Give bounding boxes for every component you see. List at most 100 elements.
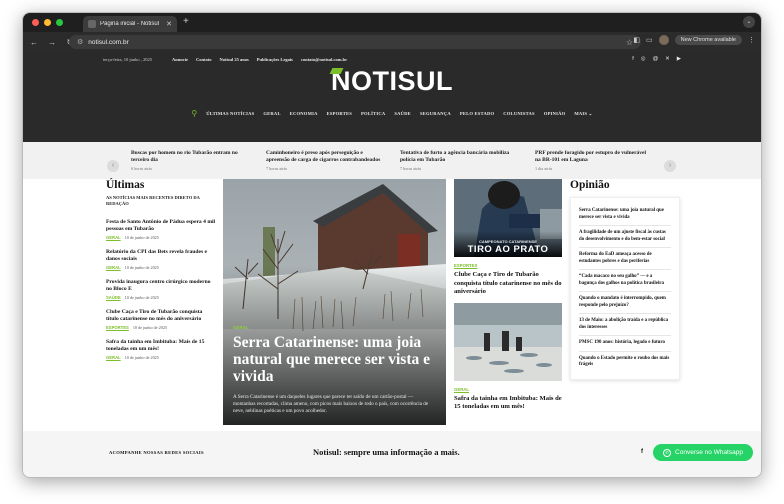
opinion-item[interactable]: “Cada macaco no seu galho” — e a bagunça… <box>579 270 671 292</box>
ticker-headline[interactable]: Buscas por homem no rio Tubarão entram n… <box>131 150 249 164</box>
side-panel-icon[interactable]: ▭ <box>646 36 653 44</box>
ticker-item[interactable]: Tentativa de furto a agência bancária mo… <box>400 150 518 171</box>
nav-ultimas-noticias[interactable]: ÚLTIMAS NOTÍCIAS <box>206 111 254 116</box>
article-card[interactable]: GERAL Safra da tainha em Imbituba: Mais … <box>454 302 562 412</box>
category-link[interactable]: GERAL <box>106 235 121 240</box>
list-item[interactable]: Provida inaugura centro cirúrgico modern… <box>106 279 216 300</box>
card-headline[interactable]: Clube Caça e Tiro de Tubarão conquista t… <box>454 271 562 297</box>
fishing-photo <box>454 302 562 381</box>
list-item[interactable]: Festa de Santo Antônio de Pádua espera 4… <box>106 219 216 240</box>
x-icon[interactable]: ✕ <box>665 56 670 62</box>
card-category[interactable]: GERAL <box>454 387 562 392</box>
nav-saude[interactable]: SAÚDE <box>394 111 411 116</box>
nav-esportes[interactable]: ESPORTES <box>327 111 352 116</box>
opinion-heading: Opinião <box>570 179 610 191</box>
link-contato[interactable]: Contato <box>196 57 212 62</box>
footer-strip: ACOMPANHE NOSSAS REDES SOCIAIS Notisul: … <box>23 431 761 477</box>
link-email[interactable]: contato@notisul.com.br <box>301 57 347 62</box>
favicon-icon <box>88 20 96 28</box>
nav-pelo-estado[interactable]: PELO ESTADO <box>460 111 494 116</box>
facebook-icon[interactable]: f <box>632 56 634 62</box>
follow-socials-label: ACOMPANHE NOSSAS REDES SOCIAIS <box>109 450 204 455</box>
card-headline[interactable]: Safra da tainha em Imbituba: Mais de 15 … <box>454 395 562 412</box>
ticker-headline[interactable]: Tentativa de furto a agência bancária mo… <box>400 150 518 164</box>
date-text: 10 de junho de 2025 <box>124 295 159 300</box>
opinion-item[interactable]: Quando o Estado permite o roubo dos mais… <box>579 352 671 373</box>
whatsapp-button[interactable]: ✆ Converse no Whatsapp <box>653 444 753 461</box>
opinion-column: Opinião Serra Catarinense: uma joia natu… <box>570 179 680 380</box>
close-window-button[interactable] <box>32 19 39 26</box>
nav-politica[interactable]: POLÍTICA <box>361 111 385 116</box>
latest-headline[interactable]: Provida inaugura centro cirúrgico modern… <box>106 279 216 293</box>
new-chrome-available-button[interactable]: New Chrome available <box>674 35 742 45</box>
nav-seguranca[interactable]: SEGURANÇA <box>420 111 451 116</box>
ticker-next-button[interactable]: › <box>664 160 676 172</box>
nav-colunistas[interactable]: COLUNISTAS <box>503 111 535 116</box>
link-anuncie[interactable]: Anuncie <box>172 57 188 62</box>
site-info-icon[interactable]: ⚙ <box>77 38 83 46</box>
hero-category[interactable]: GERAL <box>233 325 436 330</box>
extensions-icon[interactable]: ◧ <box>633 36 640 44</box>
social-links: f ◎ @ ✕ ▶ <box>632 56 681 62</box>
threads-icon[interactable]: @ <box>653 56 659 62</box>
hero-headline[interactable]: Serra Catarinense: uma joia natural que … <box>233 334 436 385</box>
minimize-window-button[interactable] <box>44 19 51 26</box>
url-text[interactable]: notisul.com.br <box>88 39 621 46</box>
opinion-item[interactable]: Reforma do EaD ameaça acesso de estudant… <box>579 248 671 270</box>
tab-search-button[interactable]: ⌄ <box>743 16 755 28</box>
tab-active[interactable]: Página inicial - Notisul ✕ <box>83 16 177 32</box>
facebook-icon[interactable]: f <box>641 449 643 455</box>
hero-article[interactable]: GERAL Serra Catarinense: uma joia natura… <box>223 179 446 425</box>
nav-opiniao[interactable]: OPINIÃO <box>544 111 566 116</box>
card-category[interactable]: ESPORTES <box>454 263 562 268</box>
ticker-headline[interactable]: PRF prende foragido por estupro de vulne… <box>535 150 653 164</box>
opinion-item[interactable]: PMSC 190 anos: história, legado e futuro <box>579 336 671 352</box>
latest-headline[interactable]: Safra da tainha em Imbituba: Mais de 15 … <box>106 339 216 353</box>
link-notisul-25-anos[interactable]: Notisul 25 anos <box>220 57 249 62</box>
bookmark-star-icon[interactable]: ☆ <box>626 38 633 47</box>
search-icon[interactable]: ⚲ <box>191 109 197 118</box>
ticker-item[interactable]: Buscas por homem no rio Tubarão entram n… <box>131 150 249 171</box>
opinion-item[interactable]: Quando o mandato é interrompido, quem re… <box>579 292 671 314</box>
opinion-item[interactable]: Serra Catarinense: uma joia natural que … <box>579 204 671 226</box>
nav-economia[interactable]: ECONOMIA <box>290 111 318 116</box>
list-item[interactable]: Clube Caça e Tiro de Tubarão conquista t… <box>106 309 216 330</box>
back-icon[interactable]: ← <box>29 38 39 47</box>
link-publicacoes-legais[interactable]: Publicações Legais <box>257 57 293 62</box>
close-tab-icon[interactable]: ✕ <box>166 20 172 28</box>
ticker-item[interactable]: PRF prende foragido por estupro de vulne… <box>535 150 653 171</box>
latest-headline[interactable]: Clube Caça e Tiro de Tubarão conquista t… <box>106 309 216 323</box>
address-bar[interactable]: ⚙ notisul.com.br ☆ <box>69 35 641 49</box>
main-content: Últimas AS NOTÍCIAS MAIS RECENTES DIRETO… <box>23 179 761 431</box>
category-link[interactable]: SAÚDE <box>106 295 121 300</box>
ticker-item[interactable]: Caminhoneiro é preso após perseguição e … <box>266 150 384 171</box>
ticker-headline[interactable]: Caminhoneiro é preso após perseguição e … <box>266 150 384 164</box>
latest-headline[interactable]: Festa de Santo Antônio de Pádua espera 4… <box>106 219 216 233</box>
menu-kebab-icon[interactable]: ⋮ <box>748 36 755 44</box>
opinion-item[interactable]: A fragilidade de um ajuste fiscal às cus… <box>579 226 671 248</box>
card-image-fishing[interactable] <box>454 302 562 381</box>
maximize-window-button[interactable] <box>56 19 63 26</box>
list-item[interactable]: Safra da tainha em Imbituba: Mais de 15 … <box>106 339 216 360</box>
card-image-shooting[interactable]: CAMPEONATO CATARINENSE TIRO AO PRATO <box>454 179 562 257</box>
instagram-icon[interactable]: ◎ <box>641 56 646 62</box>
forward-icon[interactable]: → <box>47 38 57 47</box>
category-link[interactable]: GERAL <box>106 265 121 270</box>
hero-text[interactable]: GERAL Serra Catarinense: uma joia natura… <box>233 325 436 415</box>
list-item[interactable]: Relatório da CPI das Bets revela fraudes… <box>106 249 216 270</box>
youtube-icon[interactable]: ▶ <box>677 56 681 62</box>
hero-excerpt: A Serra Catarinense é um daqueles lugare… <box>233 394 429 414</box>
category-link[interactable]: GERAL <box>106 355 121 360</box>
site-logo[interactable]: NOTISUL <box>23 66 761 97</box>
ticker-time: 7 horas atrás <box>400 166 422 171</box>
nav-mais[interactable]: MAIS ⌄ <box>574 111 592 117</box>
article-card[interactable]: CAMPEONATO CATARINENSE TIRO AO PRATO ESP… <box>454 179 562 297</box>
latest-headline[interactable]: Relatório da CPI das Bets revela fraudes… <box>106 249 216 263</box>
date-text: 10 de junho de 2025 <box>124 355 159 360</box>
opinion-item[interactable]: 13 de Maio: a abolição traída e a repúbl… <box>579 314 671 336</box>
new-tab-button[interactable]: + <box>183 16 189 28</box>
nav-geral[interactable]: GERAL <box>263 111 280 116</box>
ticker-prev-button[interactable]: ‹ <box>107 160 119 172</box>
profile-avatar[interactable] <box>658 35 669 45</box>
category-link[interactable]: ESPORTES <box>106 325 129 330</box>
